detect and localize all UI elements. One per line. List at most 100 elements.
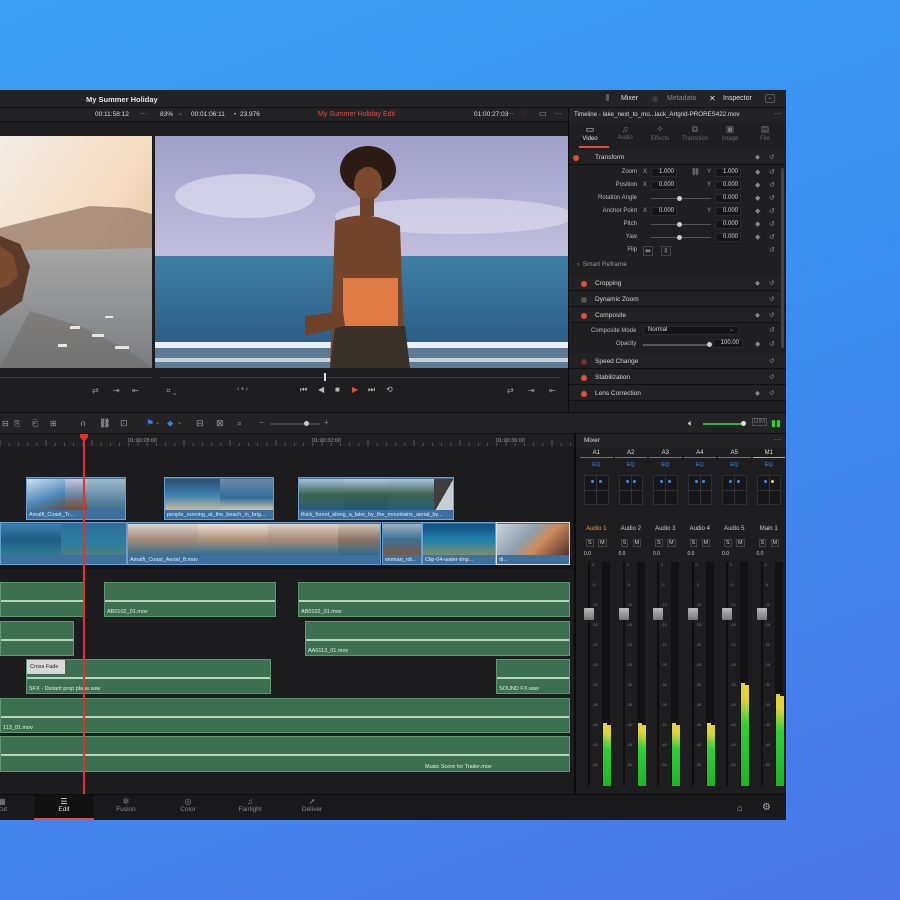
stop-icon[interactable]: ■ xyxy=(335,385,340,394)
inspector-button[interactable]: Inspector xyxy=(723,95,752,102)
flip-horizontal-icon[interactable]: ⇹ xyxy=(643,246,653,256)
mute-button[interactable]: M xyxy=(736,539,745,547)
tab-transition[interactable]: ⧉ Transition xyxy=(678,124,712,148)
mark-in-icon[interactable]: ⇤ xyxy=(132,386,139,395)
flag-icon[interactable]: ⚑ xyxy=(146,418,154,429)
inspector-scrollbar[interactable] xyxy=(781,168,784,348)
chevron-down-icon[interactable]: ⌄ xyxy=(155,419,160,426)
pan-control[interactable] xyxy=(653,475,678,505)
meters-icon[interactable]: ▮▮ xyxy=(771,418,781,429)
video-clip[interactable]: Amalfi_Coast_Aerial_8.mov xyxy=(127,522,381,565)
pan-control[interactable] xyxy=(687,475,712,505)
video-clip-selected[interactable]: di... xyxy=(496,522,570,565)
pan-control[interactable] xyxy=(756,475,781,505)
chevron-down-icon[interactable]: ⌄ xyxy=(177,419,182,426)
mixer-icon[interactable]: ⫼ xyxy=(606,95,609,103)
step-forward-icon[interactable]: ⇥ xyxy=(528,386,535,395)
tab-audio[interactable]: ♫ Audio xyxy=(608,124,642,148)
video-clip[interactable] xyxy=(0,522,127,565)
solo-button[interactable]: S xyxy=(620,539,629,547)
mute-button[interactable]: M xyxy=(598,539,607,547)
more-options-icon[interactable]: ⋯ xyxy=(774,436,781,444)
reset-icon[interactable]: ↺ xyxy=(769,181,775,189)
match-frame-icon[interactable]: ⇄ xyxy=(507,386,514,395)
volume-icon[interactable]: 🔈︎ xyxy=(688,418,693,429)
composite-mode-select[interactable]: Normal ⌄ xyxy=(643,326,739,335)
mute-button[interactable]: M xyxy=(632,539,642,547)
playhead[interactable] xyxy=(83,434,85,794)
page-tab-fairlight[interactable]: ♫ Fairlight xyxy=(220,795,280,820)
eq-button[interactable]: EQ xyxy=(718,462,751,468)
clip-color-icon[interactable]: ◌ xyxy=(521,110,525,117)
first-frame-icon[interactable]: ⏮ xyxy=(300,385,307,395)
video-clip[interactable]: woman_rdi... xyxy=(382,522,422,565)
eq-button[interactable]: EQ xyxy=(753,462,786,468)
fader-handle[interactable] xyxy=(618,608,629,620)
solo-button[interactable]: S xyxy=(758,539,767,547)
keyframe-icon[interactable]: ◆ xyxy=(755,168,760,176)
cropping-section[interactable]: Cropping ◆ ↺ xyxy=(569,276,786,291)
lock-icon[interactable]: ⊡ xyxy=(120,418,128,429)
gear-icon[interactable]: ⚙ xyxy=(762,802,771,813)
reset-icon[interactable]: ↺ xyxy=(769,194,775,202)
pan-control[interactable] xyxy=(618,475,643,505)
page-tab-deliver[interactable]: ➚ Deliver xyxy=(282,795,342,820)
timeline-zoom-slider[interactable] xyxy=(270,421,320,426)
video-clip[interactable]: Amalfi_Coast_Tr... xyxy=(26,477,126,520)
audio-clip[interactable] xyxy=(0,582,84,617)
more-options-icon[interactable]: ⋯ xyxy=(555,110,562,118)
audio-clip[interactable]: SOUND FX.wav xyxy=(496,659,570,694)
last-frame-icon[interactable]: ⏭ xyxy=(368,385,375,395)
keyframe-icon[interactable]: ◆ xyxy=(755,220,760,228)
page-tab-color[interactable]: ◎ Color xyxy=(158,795,218,820)
zoom-select[interactable]: 83% xyxy=(160,111,173,118)
eq-button[interactable]: EQ xyxy=(615,462,648,468)
smart-reframe-row[interactable]: › Smart Reframe xyxy=(577,261,627,268)
yaw-field[interactable]: 0.000 xyxy=(715,233,741,242)
reset-icon[interactable]: ↺ xyxy=(769,246,775,254)
cross-fade-transition[interactable]: Cross Fade xyxy=(27,660,65,674)
reset-icon[interactable]: ↺ xyxy=(769,326,775,334)
keyframe-icon[interactable]: ◆ xyxy=(755,194,760,202)
reverse-play-icon[interactable]: ◀ xyxy=(318,385,324,394)
pitch-slider[interactable] xyxy=(651,222,711,227)
fader-handle[interactable] xyxy=(584,608,594,620)
eq-button[interactable]: EQ xyxy=(580,462,613,468)
detail-zoom-icon[interactable]: ⊠ xyxy=(216,418,224,429)
position-x-field[interactable]: 0.000 xyxy=(651,181,677,190)
marker-icon[interactable]: ⬥ xyxy=(167,418,173,429)
keyframe-icon[interactable]: ◆ xyxy=(755,181,760,189)
more-options-icon[interactable]: ⋯ xyxy=(140,110,147,118)
eq-button[interactable]: EQ xyxy=(649,462,682,468)
metadata-button[interactable]: Metadata xyxy=(667,95,696,102)
opacity-field[interactable]: 100.00 xyxy=(713,339,743,348)
audio-clip[interactable]: AB0102_01.mov xyxy=(104,582,276,617)
yaw-slider[interactable] xyxy=(651,235,711,240)
timeline-name[interactable]: My Summer Holiday Edit xyxy=(318,111,395,118)
metadata-icon[interactable]: ◎ xyxy=(652,95,658,103)
solo-button[interactable]: S xyxy=(689,539,698,547)
audio-clip[interactable]: Music Score for Trailer.mov xyxy=(0,736,570,772)
timeline-viewer-image[interactable] xyxy=(155,136,568,368)
master-volume-slider[interactable] xyxy=(703,421,746,426)
stabilization-section[interactable]: Stabilization ↺ xyxy=(569,370,786,385)
mixer-button[interactable]: Mixer xyxy=(621,95,638,102)
more-options-icon[interactable]: ⋯ xyxy=(774,110,781,118)
audio-clip[interactable]: AB0102_01.mov xyxy=(298,582,570,617)
solo-button[interactable]: S xyxy=(724,539,732,547)
tab-file[interactable]: ▤ File xyxy=(748,124,782,148)
flip-vertical-icon[interactable]: ⇳ xyxy=(661,246,671,256)
audio-clip[interactable]: AA0113_01.mov xyxy=(305,621,570,656)
eq-button[interactable]: EQ xyxy=(684,462,717,468)
reset-icon[interactable]: ↺ xyxy=(769,220,775,228)
viewer-mode-icon[interactable]: ▭ xyxy=(539,109,547,118)
overwrite-icon[interactable]: ⎗ xyxy=(32,419,38,429)
pan-control[interactable] xyxy=(584,475,609,505)
pan-control[interactable] xyxy=(722,475,747,505)
link-icon[interactable]: ⛓ xyxy=(691,168,700,176)
step-icon[interactable]: ⇥ xyxy=(113,386,120,395)
zoom-x-field[interactable]: 1.000 xyxy=(651,168,677,177)
loop-play-icon[interactable]: ⟲ xyxy=(386,385,393,394)
fader-handle[interactable] xyxy=(687,608,698,620)
solo-button[interactable]: S xyxy=(586,539,594,547)
